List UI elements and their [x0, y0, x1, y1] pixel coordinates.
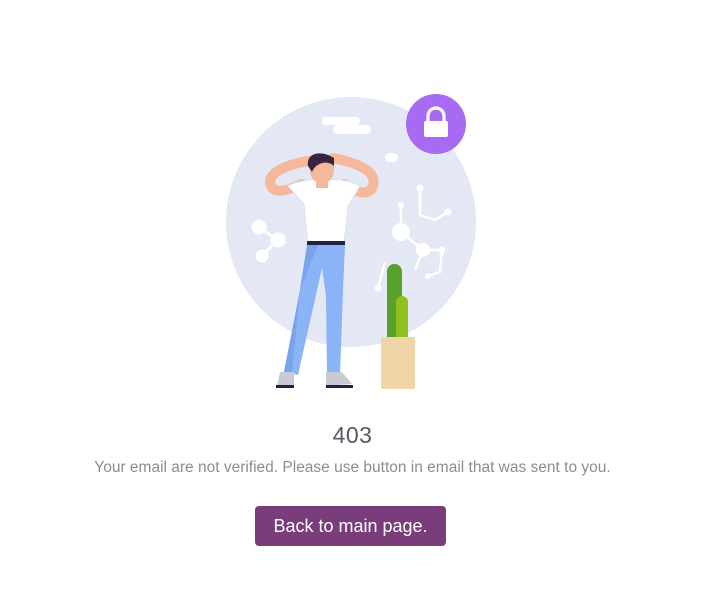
error-page: 403 Your email are not verified. Please … — [0, 0, 705, 609]
error-message: Your email are not verified. Please use … — [94, 459, 611, 476]
access-denied-illustration — [226, 94, 476, 389]
error-code: 403 — [332, 422, 373, 448]
lock-icon — [406, 94, 466, 154]
back-to-main-button[interactable]: Back to main page. — [255, 506, 446, 546]
